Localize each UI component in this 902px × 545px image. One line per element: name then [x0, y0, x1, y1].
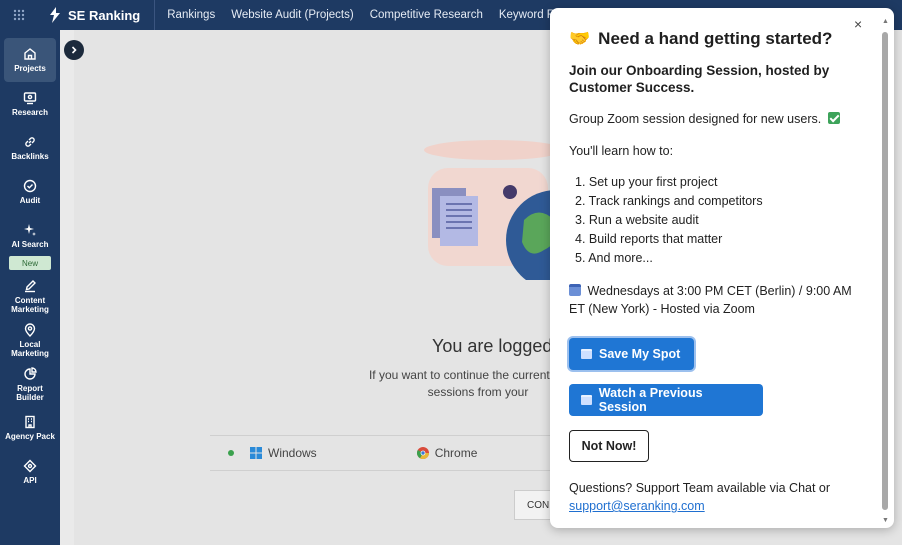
popup-title: Need a hand getting started? — [598, 29, 833, 48]
calendar-icon — [569, 284, 581, 296]
onboarding-popup: × ▲ ▼ 🤝 Need a hand getting started? Joi… — [550, 8, 894, 528]
brand-logo[interactable]: SE Ranking — [38, 0, 156, 30]
sidebar-collapse-button[interactable] — [64, 40, 84, 60]
schedule-text: Wednesdays at 3:00 PM CET (Berlin) / 9:0… — [569, 284, 852, 316]
logged-in-title: You are logged — [432, 336, 553, 356]
popup-scrollbar[interactable]: ▲ ▼ — [880, 18, 890, 524]
sidebar-item-research[interactable]: Research — [4, 82, 56, 126]
research-icon — [23, 92, 37, 105]
sidebar-item-content-marketing[interactable]: Content Marketing — [4, 274, 56, 318]
check-circle-icon — [23, 179, 37, 193]
sidebar-item-backlinks[interactable]: Backlinks — [4, 126, 56, 170]
session-os: Windows — [268, 446, 317, 460]
watch-previous-session-label: Watch a Previous Session — [598, 386, 703, 414]
sidebar-item-label: Projects — [14, 64, 46, 73]
apps-grid-icon[interactable] — [0, 0, 38, 30]
sidebar-item-projects[interactable]: Projects — [4, 38, 56, 82]
sidebar-item-label: Research — [11, 108, 49, 117]
sidebar-item-label: Content Marketing — [11, 295, 49, 314]
sidebar-item-agency-pack[interactable]: Agency Pack — [4, 406, 56, 450]
pie-chart-icon — [24, 366, 37, 380]
sidebar-item-label: Report Builder — [16, 383, 44, 402]
sidebar-item-ai-search[interactable]: AI Search — [4, 214, 56, 258]
handshake-icon: 🤝 — [569, 29, 591, 48]
schedule-row: Wednesdays at 3:00 PM CET (Berlin) / 9:0… — [569, 282, 869, 318]
sparkle-icon — [24, 224, 36, 236]
api-icon — [23, 459, 37, 473]
sidebar-item-report-builder[interactable]: Report Builder — [4, 362, 56, 406]
calendar-icon — [581, 349, 592, 359]
list-item: 3. Run a website audit — [575, 213, 699, 227]
scroll-up-arrow-icon[interactable]: ▲ — [882, 18, 889, 25]
sidebar-item-label: AI Search — [11, 240, 49, 249]
nav-competitive-research[interactable]: Competitive Research — [362, 9, 491, 21]
link-icon — [25, 137, 35, 147]
list-item: 2. Track rankings and competitors — [575, 194, 763, 208]
steps-list: 1. Set up your first project 2. Track ra… — [575, 173, 869, 268]
list-item: 5. And more... — [575, 251, 653, 265]
sidebar-item-local-marketing[interactable]: Local Marketing — [4, 318, 56, 362]
edit-icon — [25, 279, 36, 292]
active-status-dot — [228, 450, 234, 456]
popup-intro-row: Group Zoom session designed for new user… — [569, 110, 869, 128]
sidebar-item-label: Local Marketing — [11, 339, 49, 358]
questions-text-block: Questions? Support Team available via Ch… — [569, 479, 869, 515]
popup-title-row: 🤝 Need a hand getting started? — [569, 28, 869, 50]
scroll-down-arrow-icon[interactable]: ▼ — [882, 517, 889, 524]
session-browser: Chrome — [434, 446, 478, 460]
video-icon — [581, 395, 592, 405]
sidebar-item-api[interactable]: API — [4, 450, 56, 494]
learn-label: You'll learn how to: — [569, 144, 674, 158]
se-ranking-logo-icon — [50, 7, 60, 23]
sidebar: Projects Research Backlinks Audit AI Sea… — [0, 30, 60, 545]
sidebar-item-label: API — [23, 476, 37, 485]
sidebar-item-audit[interactable]: Audit — [4, 170, 56, 214]
session-illustration — [414, 110, 606, 290]
sidebar-item-label: Audit — [19, 196, 41, 205]
windows-icon — [250, 447, 262, 459]
popup-intro: Group Zoom session designed for new user… — [569, 112, 822, 126]
scrollbar-thumb[interactable] — [882, 32, 888, 510]
location-pin-icon — [24, 322, 36, 337]
save-my-spot-label: Save My Spot — [599, 347, 681, 361]
continue-button[interactable]: CON — [514, 490, 554, 520]
watch-previous-session-button[interactable]: Watch a Previous Session — [569, 384, 763, 416]
not-now-button[interactable]: Not Now! — [569, 430, 649, 462]
list-item: 4. Build reports that matter — [575, 232, 723, 246]
building-icon — [25, 415, 35, 429]
list-item: 1. Set up your first project — [575, 175, 718, 189]
save-my-spot-button[interactable]: Save My Spot — [569, 338, 694, 370]
nav-website-audit[interactable]: Website Audit (Projects) — [223, 9, 362, 21]
questions-text: Questions? Support Team available via Ch… — [569, 481, 831, 495]
main-nav: Rankings Website Audit (Projects) Compet… — [159, 0, 581, 30]
chevron-right-icon — [71, 46, 77, 54]
sidebar-item-label: Backlinks — [11, 152, 49, 161]
home-icon — [24, 48, 36, 60]
popup-subtitle: Join our Onboarding Session, hosted by C… — [569, 63, 830, 95]
logged-in-message-line-2: sessions from your — [427, 385, 529, 399]
nav-rankings[interactable]: Rankings — [159, 9, 223, 21]
brand-name: SE Ranking — [68, 7, 141, 23]
sidebar-item-label: Agency Pack — [5, 432, 55, 441]
new-badge: New — [9, 256, 51, 270]
support-email-link[interactable]: support@seranking.com — [569, 499, 705, 513]
checkmark-icon — [827, 112, 840, 124]
chrome-icon — [416, 447, 429, 459]
